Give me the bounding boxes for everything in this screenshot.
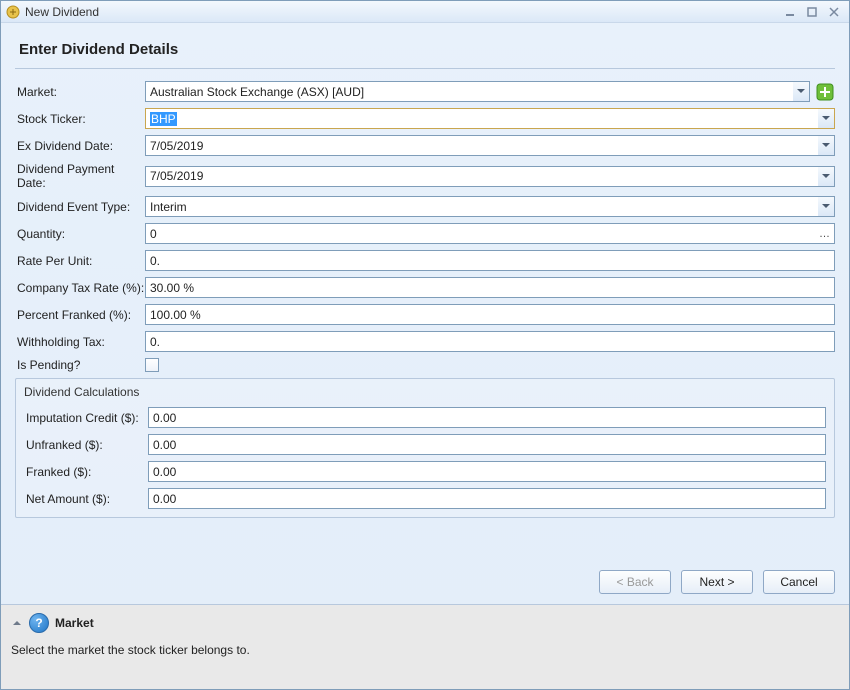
label-franked: Franked ($): xyxy=(24,465,148,479)
imputation-input[interactable] xyxy=(148,407,826,428)
next-button[interactable]: Next > xyxy=(681,570,753,594)
label-exdate: Ex Dividend Date: xyxy=(15,139,145,153)
row-pctfranked: Percent Franked (%): xyxy=(15,304,835,325)
net-input[interactable] xyxy=(148,488,826,509)
add-market-button[interactable] xyxy=(814,81,835,102)
help-title: Market xyxy=(55,616,94,630)
label-ticker: Stock Ticker: xyxy=(15,112,145,126)
content-area: Enter Dividend Details Market: Stock Tic… xyxy=(1,23,849,556)
rate-input[interactable] xyxy=(145,250,835,271)
help-body: Select the market the stock ticker belon… xyxy=(11,643,839,657)
ticker-combo[interactable]: BHP xyxy=(145,108,835,129)
label-imputation: Imputation Credit ($): xyxy=(24,411,148,425)
help-panel: ? Market Select the market the stock tic… xyxy=(1,604,849,689)
market-combo[interactable] xyxy=(145,81,810,102)
cancel-button[interactable]: Cancel xyxy=(763,570,835,594)
maximize-button[interactable] xyxy=(801,4,823,20)
row-wtax: Withholding Tax: xyxy=(15,331,835,352)
row-market: Market: xyxy=(15,81,835,102)
calc-group: Dividend Calculations Imputation Credit … xyxy=(15,378,835,518)
unfranked-input[interactable] xyxy=(148,434,826,455)
label-rate: Rate Per Unit: xyxy=(15,254,145,268)
label-taxrate: Company Tax Rate (%): xyxy=(15,281,145,295)
quantity-input[interactable] xyxy=(145,223,835,244)
franked-input[interactable] xyxy=(148,461,826,482)
wtax-input[interactable] xyxy=(145,331,835,352)
dialog-window: New Dividend Enter Dividend Details Mark… xyxy=(0,0,850,690)
label-pctfranked: Percent Franked (%): xyxy=(15,308,145,322)
close-button[interactable] xyxy=(823,4,845,20)
row-net: Net Amount ($): xyxy=(24,488,826,509)
taxrate-input[interactable] xyxy=(145,277,835,298)
page-title: Enter Dividend Details xyxy=(15,33,835,69)
app-icon xyxy=(5,4,21,20)
label-market: Market: xyxy=(15,85,145,99)
row-paydate: Dividend Payment Date: xyxy=(15,162,835,190)
calc-group-title: Dividend Calculations xyxy=(24,385,826,399)
help-icon: ? xyxy=(29,613,49,633)
label-quantity: Quantity: xyxy=(15,227,145,241)
row-exdate: Ex Dividend Date: xyxy=(15,135,835,156)
collapse-icon[interactable] xyxy=(11,619,23,627)
label-net: Net Amount ($): xyxy=(24,492,148,506)
back-button: < Back xyxy=(599,570,671,594)
pending-checkbox[interactable] xyxy=(145,358,159,372)
window-title: New Dividend xyxy=(25,5,99,19)
label-unfranked: Unfranked ($): xyxy=(24,438,148,452)
row-quantity: Quantity: … xyxy=(15,223,835,244)
ticker-value: BHP xyxy=(150,112,177,126)
label-paydate: Dividend Payment Date: xyxy=(15,162,145,190)
pctfranked-input[interactable] xyxy=(145,304,835,325)
quantity-ellipsis-button[interactable]: … xyxy=(816,224,834,243)
button-bar: < Back Next > Cancel xyxy=(1,556,849,604)
row-ticker: Stock Ticker: BHP xyxy=(15,108,835,129)
label-eventtype: Dividend Event Type: xyxy=(15,200,145,214)
row-unfranked: Unfranked ($): xyxy=(24,434,826,455)
eventtype-combo[interactable] xyxy=(145,196,835,217)
row-taxrate: Company Tax Rate (%): xyxy=(15,277,835,298)
label-pending: Is Pending? xyxy=(15,358,145,372)
titlebar: New Dividend xyxy=(1,1,849,23)
row-pending: Is Pending? xyxy=(15,358,835,372)
row-imputation: Imputation Credit ($): xyxy=(24,407,826,428)
label-wtax: Withholding Tax: xyxy=(15,335,145,349)
paydate-input[interactable] xyxy=(145,166,835,187)
row-rate: Rate Per Unit: xyxy=(15,250,835,271)
exdate-input[interactable] xyxy=(145,135,835,156)
minimize-button[interactable] xyxy=(779,4,801,20)
row-eventtype: Dividend Event Type: xyxy=(15,196,835,217)
row-franked: Franked ($): xyxy=(24,461,826,482)
